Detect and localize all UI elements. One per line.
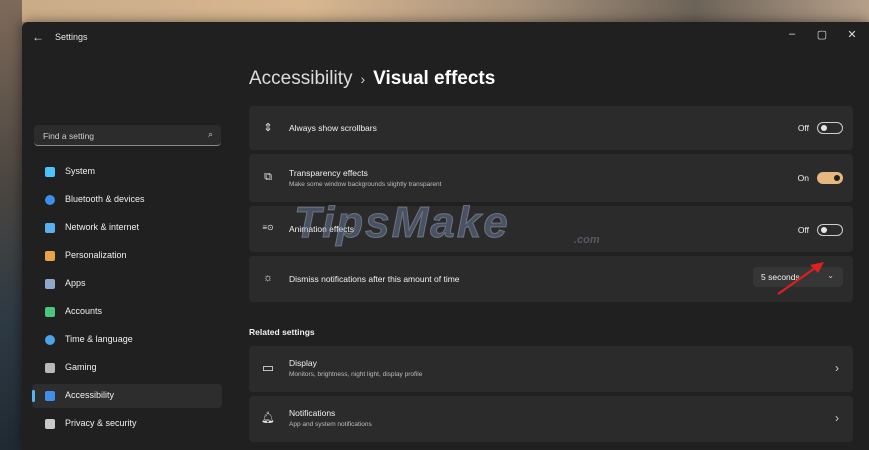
desktop-wallpaper-top: [0, 0, 869, 22]
accounts-icon: [45, 307, 55, 317]
setting-title: Display: [289, 358, 317, 368]
setting-title: Animation effects: [289, 224, 355, 234]
toggle-state-label: Off: [797, 225, 809, 235]
privacy-icon: [45, 419, 55, 429]
sidebar-item-label: Accessibility: [65, 390, 115, 400]
sidebar-nav: System Bluetooth & devices Network & inter…: [32, 160, 222, 440]
bluetooth-icon: [45, 195, 55, 205]
setting-animation: ≡⊙ Animation effects Off: [249, 206, 853, 252]
close-button[interactable]: ✕: [842, 28, 862, 41]
sidebar-item-label: Apps: [65, 278, 86, 288]
accessibility-icon: [45, 391, 55, 401]
setting-title: Notifications: [289, 408, 336, 418]
toggle-knob: [821, 227, 827, 233]
time-language-icon: [45, 335, 55, 345]
setting-scrollbars: ⇕ Always show scrollbars Off: [249, 106, 853, 150]
sidebar-item-label: Accounts: [65, 306, 103, 316]
scrollbar-icon: ⇕: [263, 122, 273, 134]
network-icon: [45, 223, 55, 233]
setting-notification-timeout: ☼ Dismiss notifications after this amoun…: [249, 256, 853, 302]
gaming-icon: [45, 363, 55, 373]
toggle-state-label: Off: [797, 123, 809, 133]
search-icon[interactable]: ⌕: [208, 129, 213, 140]
breadcrumb-separator: ›: [360, 71, 366, 87]
page-title: Visual effects: [373, 68, 496, 89]
sidebar-item-privacy[interactable]: Privacy & security: [32, 412, 222, 436]
setting-subtitle: App and system notifications: [289, 421, 372, 428]
setting-title: Transparency effects: [289, 168, 368, 178]
setting-title: Always show scrollbars: [289, 123, 377, 133]
system-icon: [45, 167, 55, 177]
sidebar-item-system[interactable]: System: [32, 160, 222, 184]
title-bar: ← Settings – ▢ ✕: [22, 22, 869, 52]
scrollbars-toggle[interactable]: [817, 122, 843, 134]
apps-icon: [45, 279, 55, 289]
sidebar-item-label: Gaming: [65, 362, 97, 372]
sidebar-item-label: Time & language: [65, 334, 133, 344]
sidebar-item-label: Network & internet: [65, 222, 140, 232]
monitor-icon: ▭: [261, 360, 275, 375]
chevron-right-icon: ›: [835, 411, 839, 425]
maximize-button[interactable]: ▢: [812, 28, 832, 41]
annotation-arrow: [777, 262, 824, 295]
bell-icon: 🔔︎: [261, 412, 275, 424]
minimize-button[interactable]: –: [782, 28, 802, 40]
search-input[interactable]: [41, 128, 195, 144]
desktop-wallpaper-left: [0, 0, 22, 450]
sidebar-item-bluetooth[interactable]: Bluetooth & devices: [32, 188, 222, 212]
breadcrumb-parent[interactable]: Accessibility: [249, 68, 352, 89]
back-arrow-icon[interactable]: ←: [32, 30, 44, 44]
toggle-knob: [834, 175, 840, 181]
settings-window: ← Settings – ▢ ✕ ⌕ System Bluetooth & dev…: [22, 22, 869, 450]
sidebar-item-label: Personalization: [65, 250, 127, 260]
toggle-state-label: On: [797, 173, 809, 183]
sidebar-item-apps[interactable]: Apps: [32, 272, 222, 296]
sidebar-item-label: Privacy & security: [65, 418, 137, 428]
related-settings-heading: Related settings: [249, 327, 315, 337]
watermark-suffix: .com: [574, 234, 600, 246]
sidebar-item-time-language[interactable]: Time & language: [32, 328, 222, 352]
setting-title: Dismiss notifications after this amount …: [289, 274, 460, 284]
transparency-toggle[interactable]: [817, 172, 843, 184]
chevron-right-icon: ›: [835, 361, 839, 375]
toggle-knob: [821, 125, 827, 131]
personalization-icon: [45, 251, 55, 261]
active-indicator: [32, 390, 35, 402]
animation-toggle[interactable]: [817, 224, 843, 236]
sidebar-item-personalization[interactable]: Personalization: [32, 244, 222, 268]
related-display-link[interactable]: ▭ Display Monitors, brightness, night li…: [249, 346, 853, 392]
app-title: Settings: [55, 32, 88, 42]
sun-icon: ☼: [262, 272, 274, 284]
setting-subtitle: Monitors, brightness, night light, displ…: [289, 371, 423, 378]
setting-subtitle: Make some window backgrounds slightly tr…: [289, 181, 442, 188]
search-box[interactable]: ⌕: [34, 125, 221, 146]
breadcrumb: Accessibility › Visual effects: [249, 68, 495, 90]
sidebar-item-gaming[interactable]: Gaming: [32, 356, 222, 380]
sidebar-item-label: Bluetooth & devices: [65, 194, 145, 204]
sidebar-item-accounts[interactable]: Accounts: [32, 300, 222, 324]
sidebar-item-label: System: [65, 166, 96, 176]
sidebar-item-network[interactable]: Network & internet: [32, 216, 222, 240]
setting-transparency: ⧉ Transparency effects Make some window …: [249, 154, 853, 202]
related-notifications-link[interactable]: 🔔︎ Notifications App and system notifica…: [249, 396, 853, 442]
animation-icon: ≡⊙: [262, 223, 274, 232]
sidebar-item-accessibility[interactable]: Accessibility: [32, 384, 222, 408]
transparency-icon: ⧉: [264, 171, 272, 183]
